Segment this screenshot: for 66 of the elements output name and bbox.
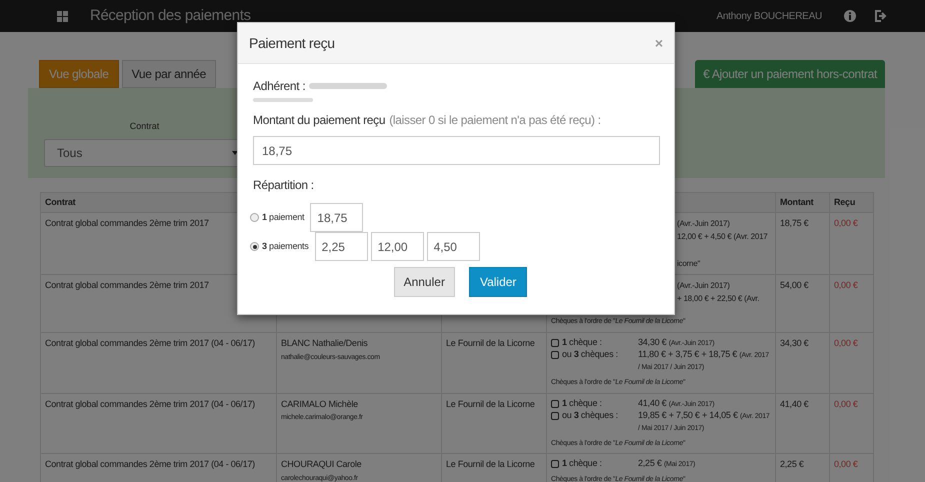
column-header: Contrat [45, 196, 76, 207]
amount-field[interactable]: 18,75 [310, 203, 364, 232]
amount-label: Montant du paiement reçu [253, 112, 386, 129]
checkbox[interactable] [551, 351, 559, 359]
option-label: ou 3 chèques : [562, 349, 619, 360]
member-label: Adhérent : [253, 78, 306, 95]
checkbox[interactable] [551, 412, 559, 420]
amount-hint: (laisser 0 si le paiement n'a pas été reçu) : [389, 112, 601, 129]
amount-field[interactable]: 4,50 [426, 232, 480, 261]
contract-name: Contrat global commandes 2ème trim 2017 [45, 280, 209, 290]
tab[interactable]: Vue par année [122, 60, 216, 88]
amount: 2,25 € [780, 459, 804, 469]
member-name: BLANC Nathalie/Denis [281, 337, 369, 350]
validate-button[interactable]: Valider [468, 267, 528, 297]
contract-name: Contrat global commandes 2ème trim 2017 [45, 218, 209, 228]
producer-name: Le Fournil de la Licorne [446, 459, 535, 469]
option-label: 1 chèque : [562, 337, 603, 348]
payment-text: (Avr.-Juin 2017) [677, 219, 730, 228]
redacted-bar [253, 98, 313, 102]
checkbox[interactable] [551, 400, 559, 408]
cancel-button[interactable]: Annuler [394, 267, 455, 297]
add-payment-button[interactable]: € Ajouter un paiement hors-contrat [695, 60, 885, 88]
producer-name: Le Fournil de la Licorne [446, 338, 535, 348]
payment-text: (Avr.-Juin 2017) [677, 281, 730, 290]
amount: 34,30 € [780, 338, 808, 348]
amount-field[interactable]: 12,00 [370, 232, 424, 261]
logout-icon[interactable] [874, 10, 887, 22]
option-label: 1 chèque : [562, 458, 603, 469]
checkbox[interactable] [551, 460, 559, 468]
amount: 41,40 € [780, 398, 808, 408]
option-label: 1 paiement [262, 210, 304, 224]
filter-label: Contrat [130, 120, 160, 133]
split-label: Répartition : [253, 178, 314, 192]
amount: 54,00 € [780, 280, 808, 290]
caret-icon [232, 150, 238, 154]
received-amount: 0,00 € [834, 459, 858, 469]
radio-button[interactable] [250, 242, 259, 251]
amount-field[interactable]: 18,75 [253, 136, 660, 165]
app-title: Réception des paiements [90, 6, 251, 26]
column-header: Reçu [834, 196, 856, 207]
received-amount: 0,00 € [834, 398, 858, 408]
member-name: CHOURAQUI Carole [281, 458, 362, 471]
dialog-title: Paiement reçu [249, 34, 335, 53]
received-amount: 0,00 € [834, 338, 858, 348]
radio-button[interactable] [250, 213, 259, 222]
close-button[interactable]: × [654, 36, 663, 50]
option-label: 1 chèque : [562, 398, 603, 408]
user-name[interactable]: Anthony BOUCHEREAU [716, 8, 822, 24]
member-name: CARIMALO Michèle [281, 398, 359, 410]
grid-icon[interactable] [57, 10, 68, 22]
received-amount: 0,00 € [834, 218, 858, 228]
option-label: ou 3 chèques : [562, 410, 619, 420]
payment-text: icorne" [677, 259, 700, 268]
producer-name: Le Fournil de la Licorne [446, 398, 535, 408]
contract-name: Contrat global commandes 2ème trim 2017 (04 - 06/17) [45, 459, 255, 469]
amount: 18,75 € [780, 218, 808, 228]
checkbox[interactable] [551, 339, 559, 347]
received-amount: 0,00 € [834, 280, 858, 290]
amount-field[interactable]: 2,25 [314, 232, 368, 261]
option-label: 3 paiements [262, 240, 309, 253]
info-icon[interactable] [844, 10, 856, 22]
payment-text: 12,00 € + 4,50 € (Avr. 2017 [677, 232, 768, 241]
payment-text: + 18,00 € + 22,50 € (Avr. [677, 294, 760, 303]
contract-name: Contrat global commandes 2ème trim 2017 (04 - 06/17) [45, 398, 255, 408]
column-header: Montant [780, 196, 814, 207]
contract-name: Contrat global commandes 2ème trim 2017 (04 - 06/17) [45, 338, 255, 348]
